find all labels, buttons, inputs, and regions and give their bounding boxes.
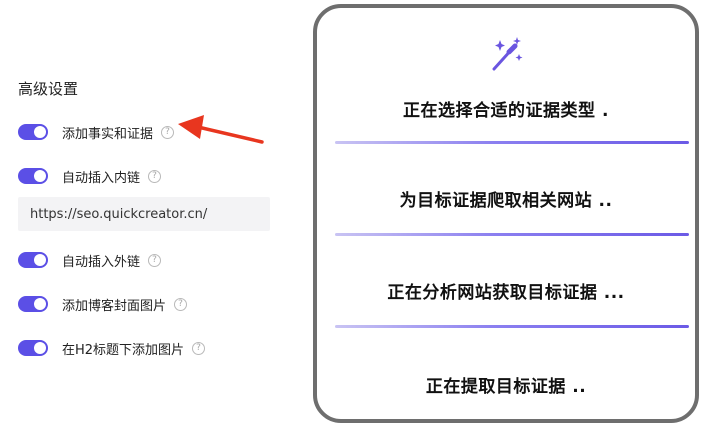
setting-label: 自动插入外链 (62, 254, 141, 270)
help-icon[interactable]: ? (192, 341, 206, 355)
help-icon[interactable]: ? (148, 169, 162, 183)
progress-divider (335, 233, 689, 236)
help-icon[interactable]: ? (148, 253, 162, 267)
external-links-toggle[interactable] (18, 252, 48, 268)
progress-step-1: 正在选择合适的证据类型 . (403, 101, 609, 121)
help-icon[interactable]: ? (161, 125, 175, 139)
internal-link-url-input[interactable]: https://seo.quickcreator.cn/ (18, 197, 270, 231)
section-title: 高级设置 (18, 80, 79, 98)
toggle-knob (34, 298, 46, 310)
progress-step-4: 正在提取目标证据 .. (425, 377, 587, 397)
setting-row-h2-images: 在H2标题下添加图片 ? (18, 337, 206, 359)
help-icon[interactable]: ? (174, 297, 188, 311)
setting-label: 添加博客封面图片 (62, 298, 167, 314)
setting-row-blog-cover: 添加博客封面图片 ? (18, 293, 188, 315)
blog-cover-toggle[interactable] (18, 296, 48, 312)
setting-row-external-links: 自动插入外链 ? (18, 249, 162, 271)
setting-label: 在H2标题下添加图片 (62, 342, 185, 358)
magic-wand-icon (492, 37, 523, 71)
evidence-progress-card: 正在选择合适的证据类型 . 为目标证据爬取相关网站 .. 正在分析网站获取目标证… (313, 4, 699, 423)
progress-divider (335, 141, 689, 144)
toggle-knob (34, 342, 46, 354)
progress-step-2: 为目标证据爬取相关网站 .. (399, 191, 613, 211)
h2-images-toggle[interactable] (18, 340, 48, 356)
toggle-knob (34, 126, 46, 138)
internal-links-toggle[interactable] (18, 168, 48, 184)
facts-evidence-toggle[interactable] (18, 124, 48, 140)
red-arrow-annotation (178, 115, 264, 144)
progress-step-3: 正在分析网站获取目标证据 ... (387, 283, 625, 303)
setting-label: 自动插入内链 (62, 170, 141, 186)
advanced-settings-panel: 高级设置 添加事实和证据 ? 自动插入内链 ? https://seo.quic… (0, 0, 300, 430)
setting-row-facts-evidence: 添加事实和证据 ? (18, 121, 175, 143)
setting-label: 添加事实和证据 (62, 126, 154, 142)
toggle-knob (34, 170, 46, 182)
progress-divider (335, 325, 689, 328)
toggle-knob (34, 254, 46, 266)
setting-row-internal-links: 自动插入内链 ? (18, 165, 162, 187)
